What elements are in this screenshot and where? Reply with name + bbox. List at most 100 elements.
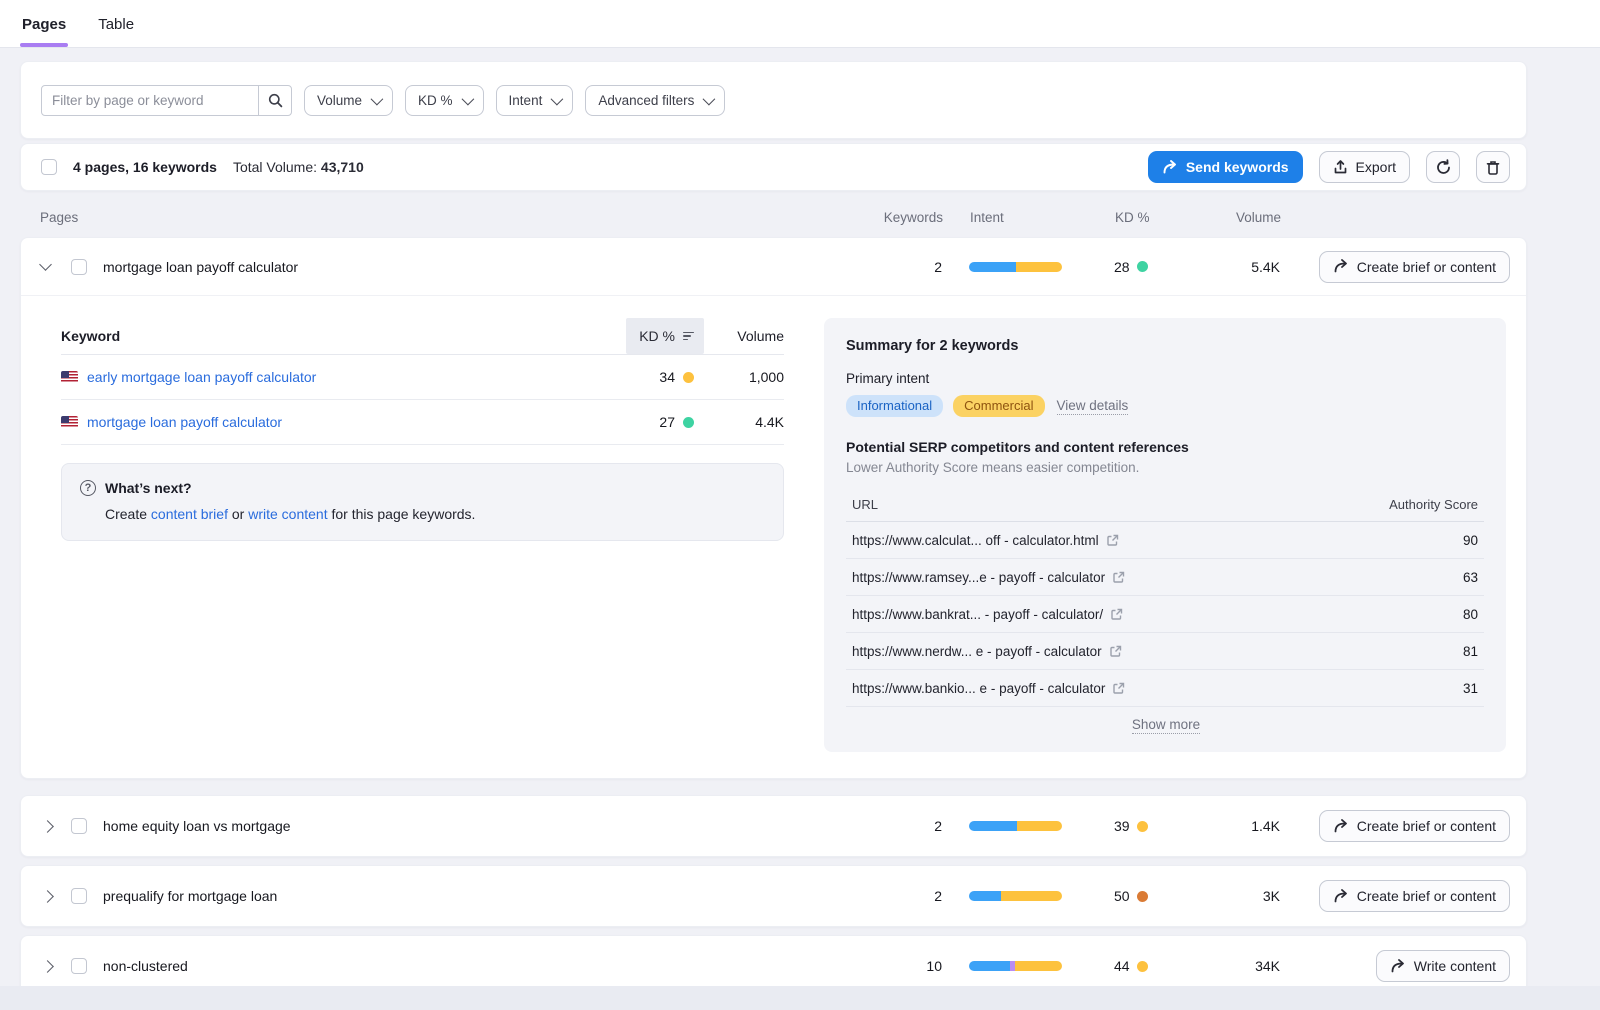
keyword-link[interactable]: early mortgage loan payoff calculator [87, 369, 316, 385]
volume-value: 3K [1180, 888, 1280, 904]
write-content-button[interactable]: Write content [1376, 950, 1510, 982]
create-brief-label: Create brief or content [1357, 888, 1496, 904]
create-brief-button[interactable]: Create brief or content [1319, 880, 1510, 912]
refresh-icon [1435, 159, 1452, 176]
volume-column-header[interactable]: Volume [704, 328, 784, 344]
trash-icon [1485, 159, 1501, 176]
row-checkbox[interactable] [71, 259, 87, 275]
table-row: prequalify for mortgage loan 2 50 3K Cre… [41, 880, 1510, 912]
row-checkbox[interactable] [71, 958, 87, 974]
keywords-count: 2 [868, 259, 942, 275]
kd-difficulty-dot [1137, 891, 1148, 902]
create-brief-button[interactable]: Create brief or content [1319, 810, 1510, 842]
tab-table[interactable]: Table [96, 4, 136, 47]
intent-bar [969, 821, 1062, 831]
search-input[interactable] [41, 85, 259, 116]
send-keywords-button[interactable]: Send keywords [1148, 151, 1303, 183]
external-link-icon[interactable] [1112, 682, 1125, 695]
whats-next-prefix: Create [105, 506, 151, 522]
url-column-header: URL [852, 497, 878, 512]
view-details-link[interactable]: View details [1057, 398, 1129, 415]
kd-difficulty-dot [1137, 261, 1148, 272]
page-name: prequalify for mortgage loan [103, 888, 868, 904]
tab-pages-label: Pages [22, 16, 66, 33]
kd-value: 28 [1114, 259, 1130, 275]
keyword-column-header: Keyword [61, 318, 626, 354]
whats-next-or: or [228, 506, 248, 522]
authority-score-column-header: Authority Score [1389, 497, 1478, 512]
whats-next-title: What’s next? [105, 480, 192, 496]
external-link-icon[interactable] [1106, 534, 1119, 547]
delete-button[interactable] [1476, 151, 1510, 183]
kd-value: 39 [1114, 818, 1130, 834]
keyword-row: early mortgage loan payoff calculator 34… [61, 355, 784, 400]
tab-pages[interactable]: Pages [20, 4, 68, 47]
us-flag-icon [61, 416, 78, 428]
kd-filter-label: KD % [418, 93, 453, 108]
create-brief-label: Create brief or content [1357, 818, 1496, 834]
intent-cell [942, 891, 1092, 901]
refresh-button[interactable] [1426, 151, 1460, 183]
chevron-right-icon [41, 820, 54, 833]
kd-difficulty-dot [1137, 821, 1148, 832]
primary-intent-label: Primary intent [846, 371, 1484, 386]
external-link-icon[interactable] [1109, 645, 1122, 658]
expand-row-button[interactable] [41, 892, 71, 901]
page-name: non-clustered [103, 958, 868, 974]
show-more-link[interactable]: Show more [1132, 717, 1200, 734]
kd-value: 34 [657, 369, 675, 385]
write-content-label: Write content [1414, 958, 1496, 974]
kd-cell: 50 [1092, 888, 1180, 904]
volume-value: 1.4K [1180, 818, 1280, 834]
volume-value: 34K [1180, 958, 1280, 974]
keyword-volume: 1,000 [704, 369, 784, 385]
content-brief-link[interactable]: content brief [151, 506, 228, 522]
authority-score: 31 [1463, 681, 1478, 696]
total-volume: Total Volume: 43,710 [233, 159, 364, 175]
whats-next-box: ? What’s next? Create content brief or w… [61, 463, 784, 541]
row-checkbox[interactable] [71, 818, 87, 834]
expand-row-button[interactable] [41, 822, 71, 831]
table-column-headers: Pages Keywords Intent KD % Volume [20, 191, 1527, 237]
intent-filter-dropdown[interactable]: Intent [496, 85, 574, 116]
advanced-filters-label: Advanced filters [598, 93, 694, 108]
keyword-link[interactable]: mortgage loan payoff calculator [87, 414, 282, 430]
export-label: Export [1356, 159, 1396, 175]
whats-next-suffix: for this page keywords. [328, 506, 476, 522]
keyword-table: Keyword KD % Volume early mortgage loan … [61, 318, 784, 752]
kd-filter-dropdown[interactable]: KD % [405, 85, 484, 116]
column-kd: KD % [1093, 210, 1181, 225]
chevron-down-icon [551, 92, 564, 105]
external-link-icon[interactable] [1110, 608, 1123, 621]
keywords-count: 2 [868, 888, 942, 904]
write-content-link[interactable]: write content [248, 506, 327, 522]
active-tab-underline [20, 43, 68, 47]
page-card-home-equity: home equity loan vs mortgage 2 39 1.4K C… [20, 795, 1527, 857]
select-all-checkbox[interactable] [41, 159, 57, 175]
advanced-filters-dropdown[interactable]: Advanced filters [585, 85, 725, 116]
column-intent: Intent [943, 210, 1093, 225]
filter-bar: Volume KD % Intent Advanced filters [20, 61, 1527, 139]
volume-filter-dropdown[interactable]: Volume [304, 85, 393, 116]
expand-row-button[interactable] [41, 962, 71, 971]
competitor-row: https://www.bankio... e - payoff - calcu… [846, 670, 1484, 707]
competitor-url: https://www.nerdw... e - payoff - calcul… [852, 644, 1102, 659]
external-link-icon[interactable] [1112, 571, 1125, 584]
competitor-row: https://www.nerdw... e - payoff - calcul… [846, 633, 1484, 670]
export-button[interactable]: Export [1319, 151, 1410, 183]
keyword-table-header: Keyword KD % Volume [61, 318, 784, 355]
competitor-row: https://www.calculat... off - calculator… [846, 522, 1484, 559]
competitor-row: https://www.ramsey...e - payoff - calcul… [846, 559, 1484, 596]
row-checkbox[interactable] [71, 888, 87, 904]
kd-column-header-sorted[interactable]: KD % [626, 318, 704, 354]
arrow-curve-icon [1390, 959, 1406, 974]
search-button[interactable] [258, 85, 292, 116]
whats-next-text: Create content brief or write content fo… [105, 506, 765, 522]
column-keywords: Keywords [869, 210, 943, 225]
authority-score: 90 [1463, 533, 1478, 548]
collapse-row-button[interactable] [41, 264, 71, 269]
intent-filter-label: Intent [509, 93, 543, 108]
arrow-curve-icon [1333, 819, 1349, 834]
create-brief-button[interactable]: Create brief or content [1319, 251, 1510, 283]
create-brief-label: Create brief or content [1357, 259, 1496, 275]
